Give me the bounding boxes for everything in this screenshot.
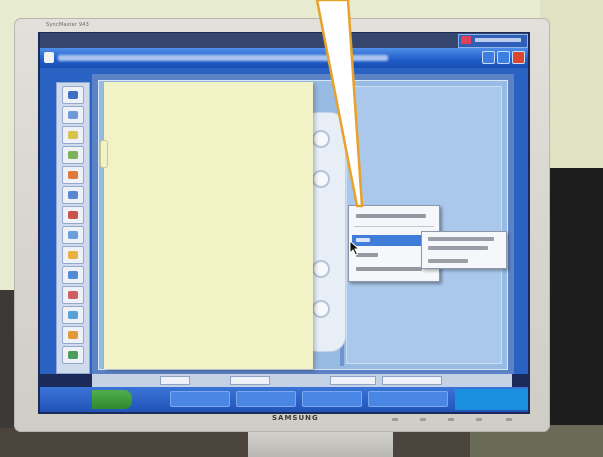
callout-pointer — [315, 0, 364, 208]
